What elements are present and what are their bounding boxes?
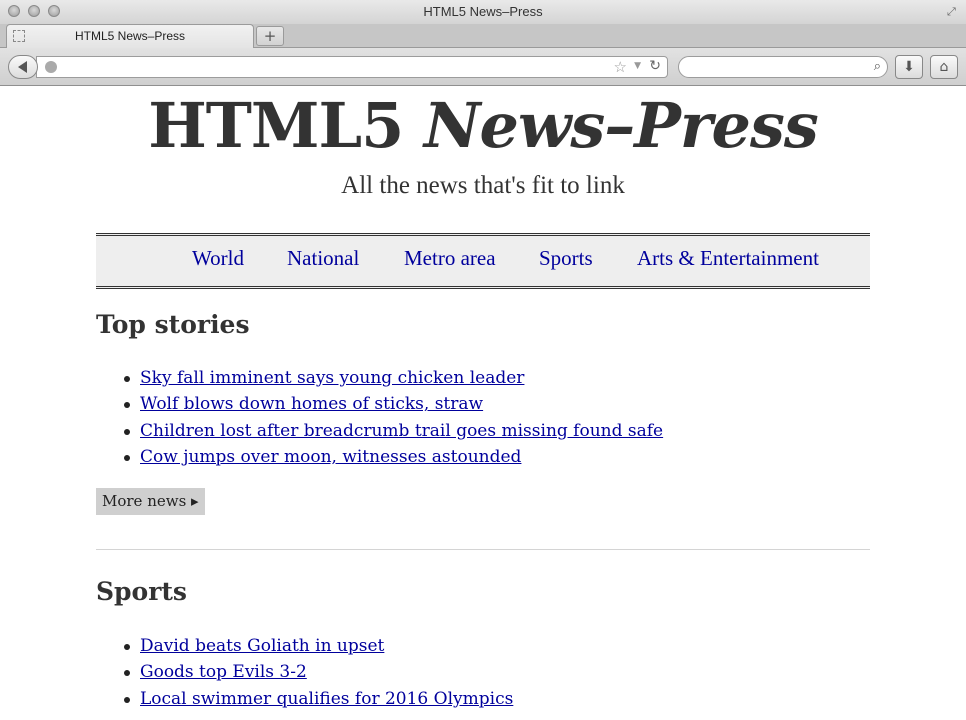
browser-toolbar: ☆ ▼ ↻ ⌕ ⬇ ⌂	[0, 48, 966, 86]
new-tab-button[interactable]: +	[256, 26, 284, 46]
list-item: Goods top Evils 3-2	[96, 661, 513, 687]
masthead-plain: HTML5	[148, 89, 424, 162]
site-masthead: HTML5 News–Press	[0, 90, 966, 162]
list-item: Wolf blows down homes of sticks, straw	[96, 393, 663, 419]
tab-bar: HTML5 News–Press +	[0, 24, 966, 48]
list-item: Children lost after breadcrumb trail goe…	[96, 420, 663, 446]
home-button[interactable]: ⌂	[930, 55, 958, 79]
list-item: David beats Goliath in upset	[96, 635, 513, 661]
story-link[interactable]: Goods top Evils 3-2	[140, 662, 307, 682]
list-item: Cow jumps over moon, witnesses astounded	[96, 446, 663, 472]
fullscreen-icon[interactable]: ⤢	[947, 5, 960, 18]
chevron-down-icon[interactable]: ▼	[634, 61, 641, 71]
list-item: Local swimmer qualifies for 2016 Olympic…	[96, 688, 513, 714]
nav-link-national[interactable]: National	[287, 246, 359, 271]
web-page: HTML5 News–Press All the news that's fit…	[0, 86, 966, 720]
top-stories-heading: Top stories	[96, 310, 250, 339]
story-link[interactable]: Local swimmer qualifies for 2016 Olympic…	[140, 689, 513, 709]
nav-link-sports[interactable]: Sports	[539, 246, 593, 271]
story-link[interactable]: Wolf blows down homes of sticks, straw	[140, 394, 483, 414]
back-button[interactable]	[8, 55, 38, 79]
search-input[interactable]: ⌕	[678, 56, 888, 78]
nav-link-arts-entertainment[interactable]: Arts & Entertainment	[637, 246, 819, 271]
back-arrow-icon	[18, 61, 27, 73]
sports-heading: Sports	[96, 577, 188, 606]
nav-link-metro-area[interactable]: Metro area	[404, 246, 496, 271]
story-link[interactable]: Children lost after breadcrumb trail goe…	[140, 421, 663, 441]
reload-icon[interactable]: ↻	[649, 58, 661, 74]
story-link[interactable]: David beats Goliath in upset	[140, 636, 384, 656]
address-bar[interactable]: ☆ ▼ ↻	[36, 56, 668, 78]
section-divider	[96, 549, 870, 550]
nav-link-world[interactable]: World	[192, 246, 244, 271]
tab-active[interactable]: HTML5 News–Press	[6, 24, 254, 48]
bookmark-star-icon[interactable]: ☆	[614, 58, 627, 76]
sports-list: David beats Goliath in upset Goods top E…	[96, 635, 513, 714]
masthead-italic: News–Press	[423, 89, 819, 162]
story-link[interactable]: Cow jumps over moon, witnesses astounded	[140, 447, 521, 467]
list-item: Sky fall imminent says young chicken lea…	[96, 367, 663, 393]
window-titlebar: HTML5 News–Press ⤢	[0, 0, 966, 24]
tab-label: HTML5 News–Press	[74, 29, 186, 43]
more-news-button[interactable]: More news ▸	[96, 488, 205, 515]
downloads-button[interactable]: ⬇	[895, 55, 923, 79]
section-nav: World National Metro area Sports Arts & …	[96, 233, 870, 289]
site-tagline: All the news that's fit to link	[341, 172, 625, 199]
top-stories-list: Sky fall imminent says young chicken lea…	[96, 367, 663, 473]
story-link[interactable]: Sky fall imminent says young chicken lea…	[140, 368, 524, 388]
window-title: HTML5 News–Press	[423, 4, 543, 19]
search-icon: ⌕	[873, 59, 881, 74]
globe-icon	[45, 61, 57, 73]
